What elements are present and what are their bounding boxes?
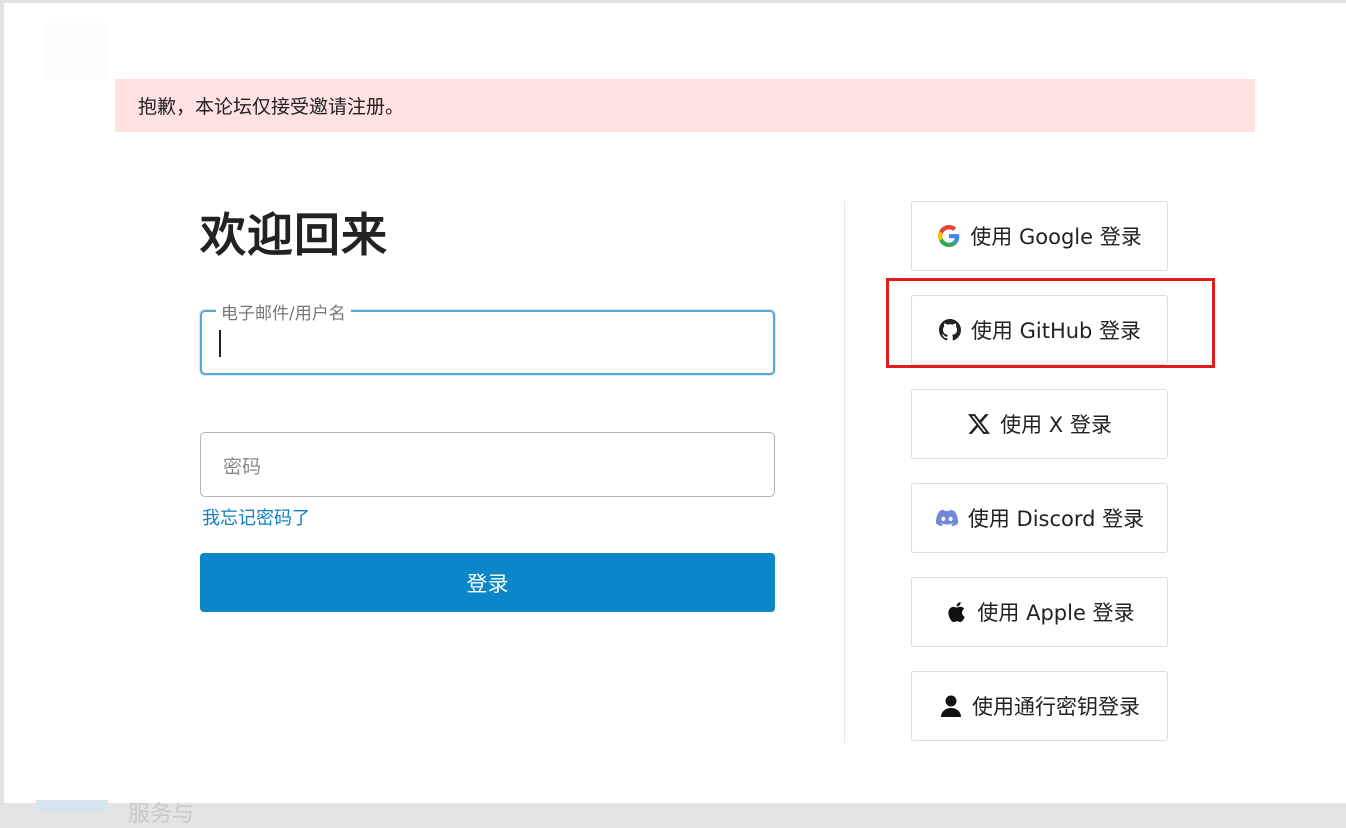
user-icon (939, 694, 963, 718)
page-title: 欢迎回来 (200, 208, 388, 262)
x-icon (967, 412, 991, 436)
alert-text: 抱歉，本论坛仅接受邀请注册。 (138, 96, 405, 118)
invite-only-alert: 抱歉，本论坛仅接受邀请注册。 (115, 79, 1255, 132)
password-field[interactable]: 密码 (200, 432, 775, 497)
text-caret (219, 330, 221, 357)
passkey-login-label: 使用通行密钥登录 (972, 695, 1140, 719)
passkey-login-button[interactable]: 使用通行密钥登录 (911, 671, 1168, 741)
username-field-label: 电子邮件/用户名 (216, 299, 351, 324)
github-login-button[interactable]: 使用 GitHub 登录 (911, 295, 1168, 365)
apple-login-button[interactable]: 使用 Apple 登录 (911, 577, 1168, 647)
vertical-divider (844, 201, 845, 743)
background-ghost-block (36, 800, 108, 812)
x-login-button[interactable]: 使用 X 登录 (911, 389, 1168, 459)
username-field[interactable]: 电子邮件/用户名 (200, 299, 775, 375)
github-icon (938, 318, 962, 342)
background-logo-ghost (44, 23, 108, 79)
google-icon (937, 224, 961, 248)
forgot-password-link[interactable]: 我忘记密码了 (202, 504, 310, 530)
discord-login-label: 使用 Discord 登录 (967, 507, 1145, 531)
discord-login-button[interactable]: 使用 Discord 登录 (911, 483, 1168, 553)
login-modal: 抱歉，本论坛仅接受邀请注册。 欢迎回来 电子邮件/用户名 密码 我忘记密码了 登… (4, 3, 1346, 803)
google-login-label: 使用 Google 登录 (970, 225, 1142, 249)
login-button[interactable]: 登录 (200, 553, 775, 612)
google-login-button[interactable]: 使用 Google 登录 (911, 201, 1168, 271)
login-button-label: 登录 (466, 571, 509, 596)
background-partial-text: 服务与 (128, 802, 195, 827)
github-login-label: 使用 GitHub 登录 (970, 319, 1142, 343)
discord-icon (935, 506, 959, 530)
password-placeholder: 密码 (223, 456, 262, 478)
apple-login-label: 使用 Apple 登录 (977, 601, 1135, 625)
x-login-label: 使用 X 登录 (1000, 413, 1112, 437)
apple-icon (944, 600, 968, 624)
